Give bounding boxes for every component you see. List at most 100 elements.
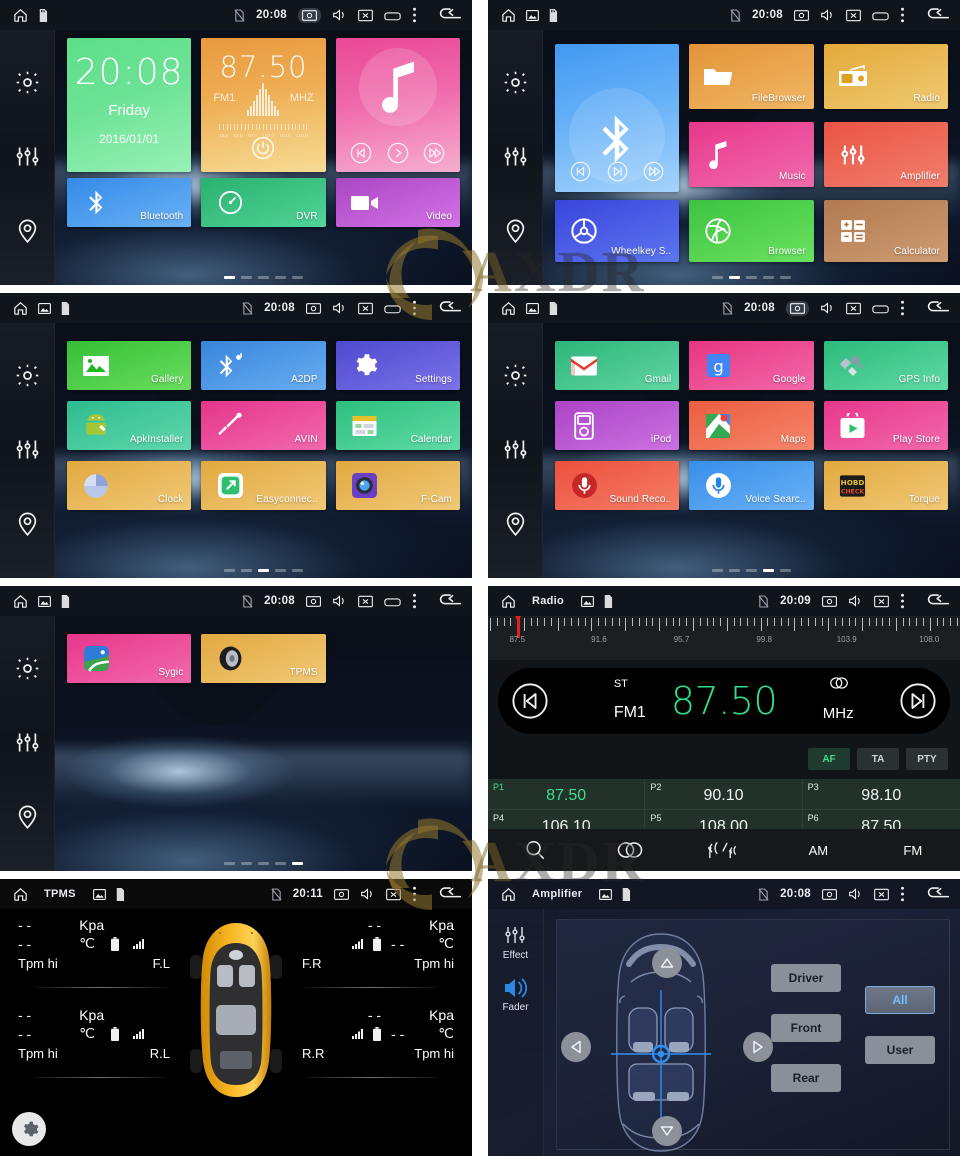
preset-p3[interactable]: P3 98.10 (802, 779, 960, 810)
tile-dvr[interactable]: DVR (201, 178, 326, 227)
volume-icon[interactable] (360, 887, 375, 901)
next-icon[interactable] (423, 142, 445, 164)
home-icon[interactable] (12, 593, 29, 610)
clock-widget[interactable]: 20:08 Friday 2016/01/01 (67, 38, 192, 172)
equalizer-icon[interactable] (14, 729, 41, 756)
all-button[interactable]: All (865, 986, 935, 1014)
more-menu-icon[interactable] (412, 593, 417, 609)
tile-playstore[interactable]: Play Store (823, 401, 948, 450)
ta-button[interactable]: TA (857, 748, 899, 770)
tile-a2dp[interactable]: A2DP (201, 341, 326, 390)
tile-voicesearch[interactable]: Voice Searc.. (689, 461, 814, 510)
recents-icon[interactable] (384, 303, 401, 314)
am-button[interactable]: AM (771, 843, 865, 858)
page-indicator[interactable] (55, 862, 472, 865)
tile-calculator[interactable]: Calculator (823, 200, 948, 262)
volume-icon[interactable] (332, 8, 347, 22)
more-menu-icon[interactable] (900, 593, 905, 609)
tile-sygic[interactable]: Sygic (67, 634, 192, 683)
settings-icon[interactable] (14, 69, 41, 96)
back-icon[interactable] (438, 593, 462, 609)
tile-gpsinfo[interactable]: GPS Info (823, 341, 948, 390)
driver-button[interactable]: Driver (771, 964, 841, 992)
fader-down-button[interactable] (652, 1116, 682, 1146)
more-menu-icon[interactable] (412, 300, 417, 316)
home-icon[interactable] (500, 7, 517, 24)
settings-icon[interactable] (14, 655, 41, 682)
pty-button[interactable]: PTY (906, 748, 948, 770)
volume-icon[interactable] (820, 301, 835, 315)
settings-icon[interactable] (14, 362, 41, 389)
screenshot-icon[interactable] (306, 302, 321, 314)
more-menu-icon[interactable] (900, 886, 905, 902)
tile-calendar[interactable]: Calendar (335, 401, 460, 450)
bluetooth-widget[interactable] (555, 44, 680, 192)
tile-amplifier[interactable]: Amplifier (823, 122, 948, 187)
preset-p1[interactable]: P1 87.50 (488, 779, 646, 810)
screenshot-icon[interactable] (822, 595, 837, 607)
prev-icon[interactable] (570, 161, 591, 182)
equalizer-icon[interactable] (14, 436, 41, 463)
back-icon[interactable] (926, 886, 950, 902)
recents-icon[interactable] (384, 596, 401, 607)
settings-icon[interactable] (502, 69, 529, 96)
user-button[interactable]: User (865, 1036, 935, 1064)
home-icon[interactable] (12, 886, 29, 903)
af-button[interactable]: AF (808, 748, 850, 770)
stereo-toggle[interactable] (582, 841, 676, 859)
screen-off-icon[interactable] (386, 888, 401, 901)
fm-button[interactable]: FM (866, 843, 960, 858)
home-icon[interactable] (500, 300, 517, 317)
home-icon[interactable] (12, 7, 29, 24)
search-button[interactable] (488, 839, 582, 861)
amp-tab-fader[interactable]: Fader (502, 977, 529, 1013)
radio-widget[interactable]: 87.50 FM1 MHZ 88.0 92.0 96.0 100.0 104.0 108.… (201, 38, 326, 172)
front-button[interactable]: Front (771, 1014, 841, 1042)
prev-station-button[interactable] (498, 682, 562, 720)
tile-tpms[interactable]: TPMS (201, 634, 326, 683)
power-icon[interactable] (250, 135, 276, 166)
tile-google[interactable]: g Google (689, 341, 814, 390)
preset-p2[interactable]: P2 90.10 (645, 779, 803, 810)
equalizer-icon[interactable] (14, 143, 41, 170)
back-icon[interactable] (926, 300, 950, 316)
fader-left-button[interactable] (561, 1032, 591, 1062)
more-menu-icon[interactable] (412, 7, 417, 23)
back-icon[interactable] (926, 7, 950, 23)
location-icon[interactable] (14, 803, 41, 830)
back-icon[interactable] (438, 7, 462, 23)
screenshot-icon[interactable] (822, 888, 837, 900)
screenshot-icon[interactable] (334, 888, 349, 900)
tile-soundrecorder[interactable]: Sound Reco.. (555, 461, 680, 510)
page-indicator[interactable] (543, 276, 960, 279)
tile-fcam[interactable]: F-Cam (335, 461, 460, 510)
screenshot-icon[interactable] (306, 595, 321, 607)
back-icon[interactable] (926, 593, 950, 609)
tile-avin[interactable]: AVIN (201, 401, 326, 450)
screen-off-icon[interactable] (846, 302, 861, 315)
more-menu-icon[interactable] (900, 300, 905, 316)
music-widget[interactable] (335, 38, 460, 172)
screen-off-icon[interactable] (358, 302, 373, 315)
page-indicator[interactable] (55, 569, 472, 572)
home-icon[interactable] (500, 886, 517, 903)
tile-browser[interactable]: Browser (689, 200, 814, 262)
location-icon[interactable] (14, 217, 41, 244)
back-icon[interactable] (438, 886, 462, 902)
back-icon[interactable] (438, 300, 462, 316)
tile-gmail[interactable]: Gmail (555, 341, 680, 390)
home-icon[interactable] (12, 300, 29, 317)
prev-icon[interactable] (350, 142, 372, 164)
tile-torque[interactable]: HOBD CHECK Torque (823, 461, 948, 510)
settings-icon[interactable] (502, 362, 529, 389)
equalizer-icon[interactable] (502, 436, 529, 463)
tile-apkinstaller[interactable]: ApkInstaller (67, 401, 192, 450)
tile-easyconnect[interactable]: Easyconnec.. (201, 461, 326, 510)
play-icon[interactable] (387, 142, 409, 164)
fader-up-button[interactable] (652, 948, 682, 978)
volume-icon[interactable] (820, 8, 835, 22)
tile-bluetooth[interactable]: Bluetooth (67, 178, 192, 227)
screenshot-icon[interactable] (794, 9, 809, 21)
page-indicator[interactable] (55, 276, 472, 279)
tile-video[interactable]: Video (335, 178, 460, 227)
